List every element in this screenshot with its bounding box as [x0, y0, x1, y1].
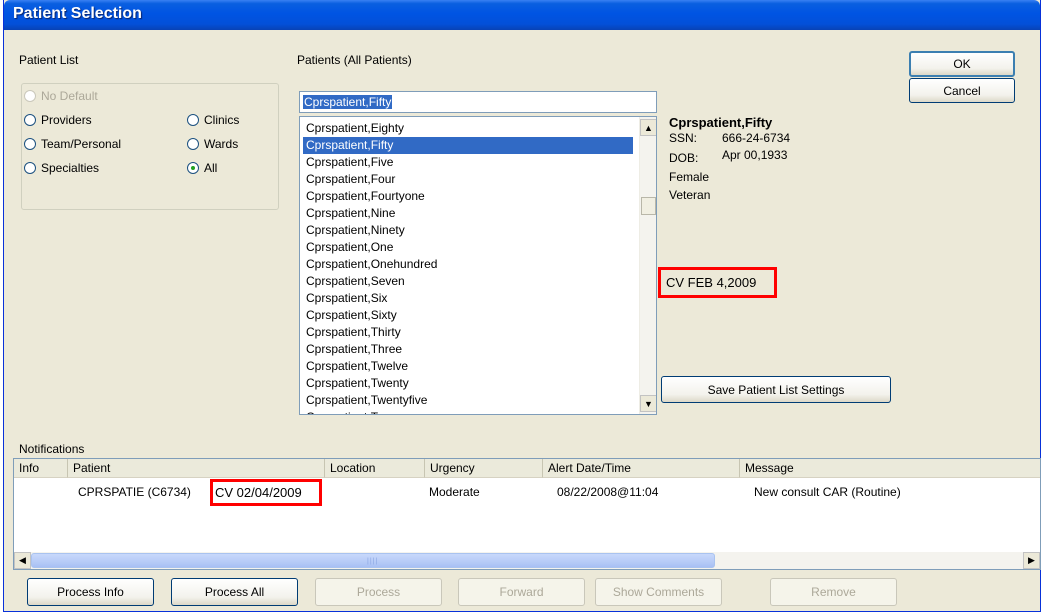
scroll-down-icon[interactable]: ▼	[640, 395, 656, 412]
process-label: Process	[356, 585, 401, 599]
veteran-status: Veteran	[669, 188, 711, 202]
forward-button[interactable]: Forward	[458, 578, 585, 606]
radio-button-checked-icon	[187, 162, 199, 174]
cv-flag-text: CV FEB 4,2009	[666, 275, 757, 290]
process-button[interactable]: Process	[315, 578, 442, 606]
radio-label: No Default	[41, 89, 98, 103]
remove-button[interactable]: Remove	[770, 578, 897, 606]
radio-label: Clinics	[204, 113, 240, 127]
radio-label: Team/Personal	[41, 137, 122, 151]
list-item[interactable]: Cprspatient,Three	[303, 341, 633, 358]
cell-urgency: Moderate	[429, 485, 480, 499]
radio-button-icon	[24, 162, 36, 174]
horizontal-scroll-thumb[interactable]: ||||	[31, 553, 715, 568]
forward-label: Forward	[499, 585, 544, 599]
cv-date-text: CV 02/04/2009	[215, 485, 302, 500]
patient-list-items: Cprspatient,Eighty Cprspatient,Fifty Cprsp…	[303, 120, 633, 414]
list-item[interactable]: Cprspatient,Seven	[303, 273, 633, 290]
column-header-urgency[interactable]: Urgency	[425, 459, 543, 478]
column-header-location[interactable]: Location	[325, 459, 425, 478]
radio-label: All	[204, 161, 218, 175]
process-all-button[interactable]: Process All	[171, 578, 298, 606]
process-info-label: Process Info	[57, 585, 124, 599]
column-header-message[interactable]: Message	[740, 459, 1040, 478]
radio-label: Wards	[204, 137, 239, 151]
list-item[interactable]: Cprspatient,Twenty	[303, 375, 633, 392]
grip-icon: ||||	[367, 558, 379, 565]
ssn-value: 666-24-6734	[722, 131, 791, 145]
dob-label: DOB:	[669, 151, 699, 165]
list-item[interactable]: Cprspatient,One	[303, 239, 633, 256]
scroll-thumb[interactable]	[641, 197, 656, 215]
list-item[interactable]: Cprspatient,Eighty	[303, 120, 633, 137]
notifications-label: Notifications	[19, 442, 85, 456]
cv-date-highlight: CV 02/04/2009	[210, 479, 322, 506]
radio-all[interactable]: All	[187, 161, 217, 175]
radio-label: Specialties	[41, 161, 100, 175]
column-header-info[interactable]: Info	[14, 459, 68, 478]
cancel-button[interactable]: Cancel	[909, 78, 1015, 103]
window-title: Patient Selection	[13, 5, 142, 22]
remove-label: Remove	[811, 585, 856, 599]
radio-team-personal[interactable]: Team/Personal	[24, 137, 121, 151]
list-item[interactable]: Cprspatient,Onehundred	[303, 256, 633, 273]
patient-name: Cprspatient,Fifty	[669, 115, 773, 130]
cell-message: New consult CAR (Routine)	[754, 485, 901, 499]
list-item[interactable]: Cprspatient,Sixty	[303, 307, 633, 324]
patient-search-input[interactable]: Cprspatient,Fifty	[299, 91, 657, 113]
column-header-alert-datetime[interactable]: Alert Date/Time	[543, 459, 740, 478]
cv-flag-highlight: CV FEB 4,2009	[658, 267, 777, 298]
scroll-up-icon[interactable]: ▲	[640, 119, 656, 136]
notifications-grid[interactable]: Info Patient Location Urgency Alert Date…	[13, 458, 1041, 570]
radio-button-icon	[24, 114, 36, 126]
scroll-right-icon[interactable]: ▶	[1023, 552, 1040, 569]
title-bar[interactable]: Patient Selection	[4, 0, 1040, 30]
patients-label: Patients (All Patients)	[297, 53, 412, 67]
radio-label: Providers	[41, 113, 92, 127]
vertical-scrollbar[interactable]: ▲ ▼	[639, 117, 656, 414]
ok-button-label: OK	[953, 57, 971, 71]
radio-clinics[interactable]: Clinics	[187, 113, 239, 127]
list-item[interactable]: Cprspatient,Six	[303, 290, 633, 307]
radio-button-icon	[187, 138, 199, 150]
save-settings-label: Save Patient List Settings	[707, 382, 845, 397]
patient-selection-dialog: Patient Selection Patient List No Defaul…	[3, 0, 1041, 612]
save-patient-list-settings-button[interactable]: Save Patient List Settings	[661, 376, 891, 403]
radio-button-icon	[187, 114, 199, 126]
scroll-left-icon[interactable]: ◀	[14, 552, 31, 569]
column-header-patient[interactable]: Patient	[68, 459, 325, 478]
dob-value: Apr 00,1933	[722, 148, 788, 162]
list-item[interactable]: Cprspatient,Ninety	[303, 222, 633, 239]
ok-button[interactable]: OK	[909, 51, 1015, 77]
radio-button-icon	[24, 138, 36, 150]
radio-no-default[interactable]: No Default	[24, 89, 98, 103]
list-item[interactable]: Cprspatient,Twentyfive	[303, 392, 633, 409]
horizontal-scrollbar[interactable]: ◀ |||| ▶	[14, 552, 1040, 569]
radio-wards[interactable]: Wards	[187, 137, 238, 151]
list-item[interactable]: Cprspatient,Twelve	[303, 358, 633, 375]
show-comments-button[interactable]: Show Comments	[595, 578, 722, 606]
ssn-label: SSN:	[669, 131, 698, 145]
list-item[interactable]: Cprspatient,Two	[303, 409, 633, 414]
sex-value: Female	[669, 170, 710, 184]
list-item[interactable]: Cprspatient,Nine	[303, 205, 633, 222]
list-item[interactable]: Cprspatient,Four	[303, 171, 633, 188]
list-item[interactable]: Cprspatient,Five	[303, 154, 633, 171]
patient-list-label: Patient List	[19, 53, 79, 67]
list-item[interactable]: Cprspatient,Thirty	[303, 324, 633, 341]
radio-specialties[interactable]: Specialties	[24, 161, 99, 175]
radio-button-icon	[24, 90, 36, 102]
search-input-value: Cprspatient,Fifty	[303, 95, 393, 109]
list-item[interactable]: Cprspatient,Fifty	[303, 137, 633, 154]
cell-patient: CPRSPATIE (C6734)	[78, 485, 191, 499]
radio-providers[interactable]: Providers	[24, 113, 92, 127]
show-comments-label: Show Comments	[612, 585, 705, 599]
cancel-button-label: Cancel	[943, 83, 981, 98]
list-item[interactable]: Cprspatient,Fourtyone	[303, 188, 633, 205]
patient-listbox[interactable]: Cprspatient,Eighty Cprspatient,Fifty Cprsp…	[299, 116, 657, 415]
cell-alert-datetime: 08/22/2008@11:04	[557, 485, 659, 499]
process-all-label: Process All	[204, 585, 265, 599]
process-info-button[interactable]: Process Info	[27, 578, 154, 606]
